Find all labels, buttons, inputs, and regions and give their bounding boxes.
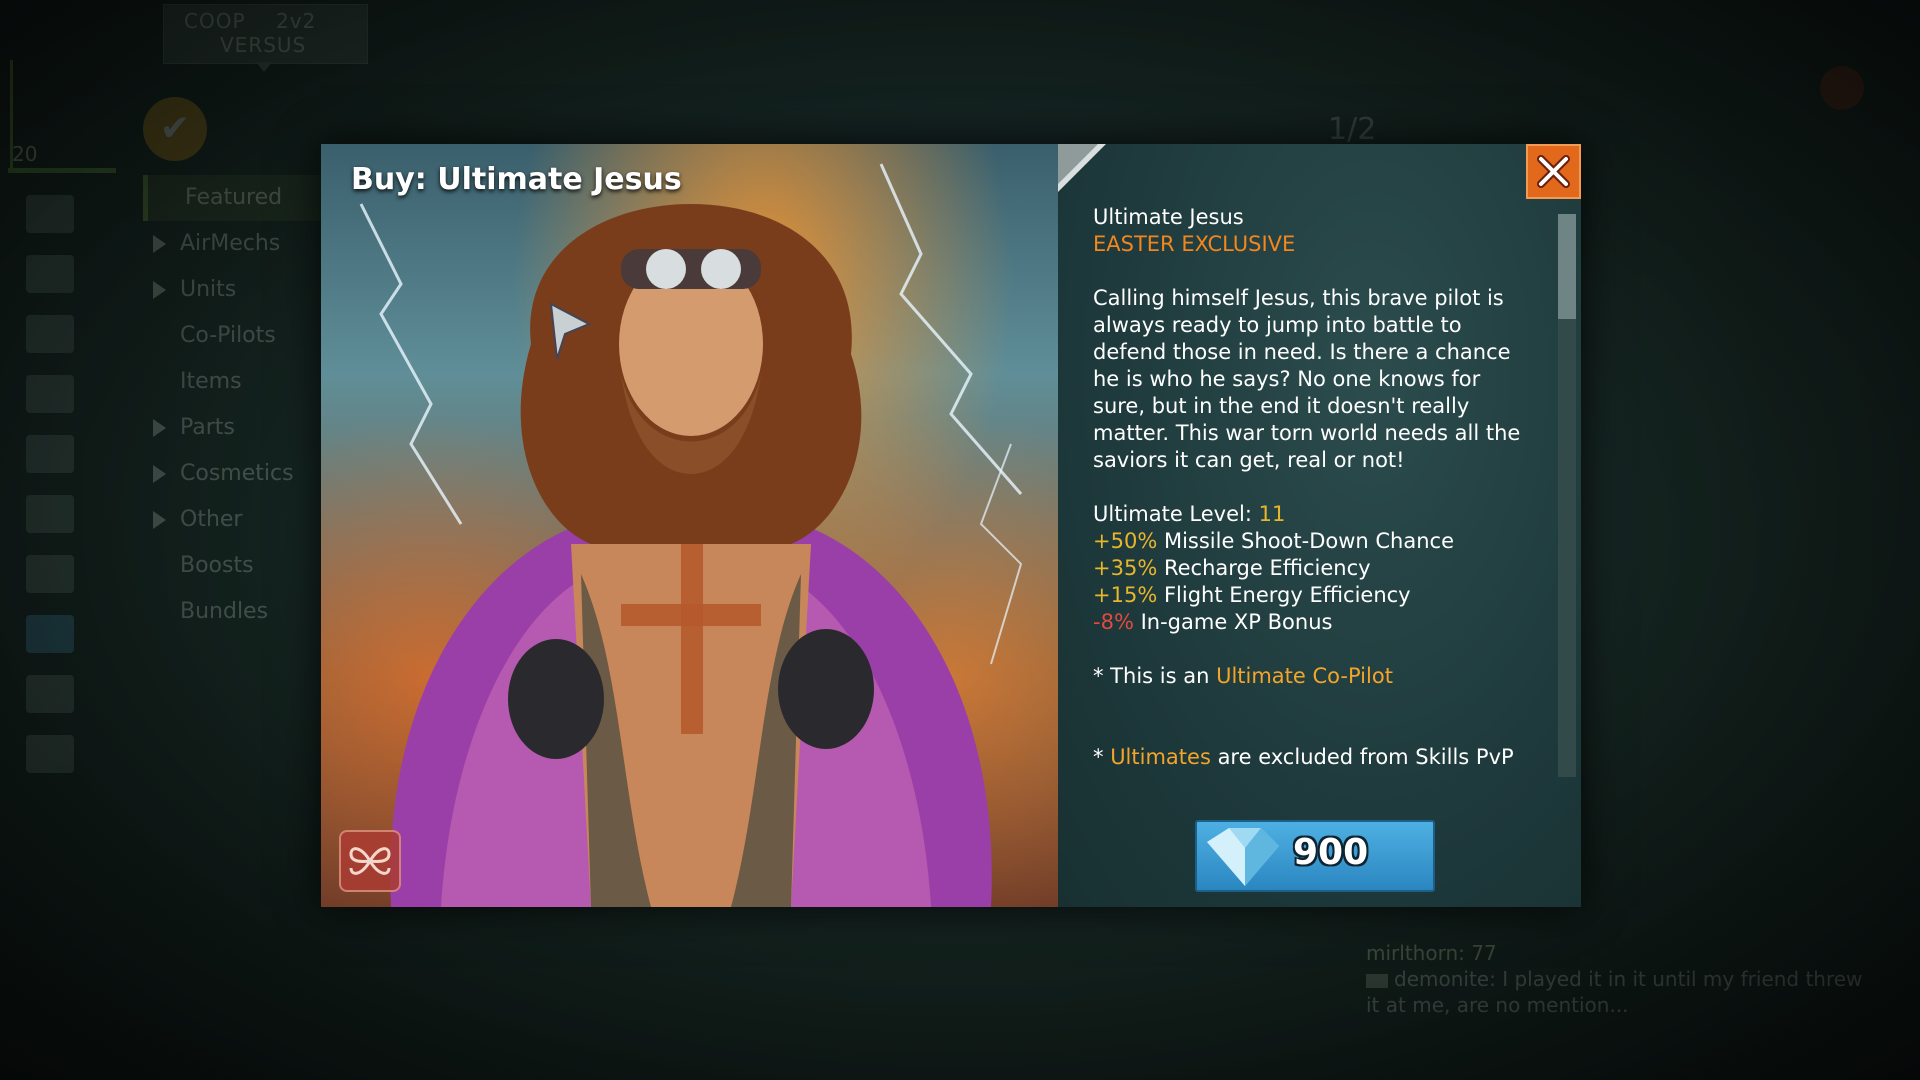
tower-icon[interactable] — [26, 555, 74, 593]
checkmark-icon[interactable]: ✔ — [143, 97, 207, 161]
details-scrollbar[interactable] — [1558, 214, 1576, 777]
exclusive-label: EASTER EXCLUSIVE — [1093, 232, 1296, 256]
stats-list: Ultimate Level: 11 +50% Missile Shoot-Do… — [1093, 501, 1523, 636]
close-icon — [1537, 155, 1570, 188]
tab-2v2[interactable]: 2v2 — [276, 9, 316, 33]
item-info-panel: Ultimate Jesus EASTER EXCLUSIVE Calling … — [1058, 144, 1581, 907]
ultimate-copilot-note: * This is an Ultimate Co-Pilot — [1093, 664, 1393, 688]
nav-cosmetics[interactable]: Cosmetics — [143, 451, 333, 497]
pilots-icon[interactable] — [26, 195, 74, 233]
page-corner-shade — [1058, 144, 1098, 184]
flag-icon — [1366, 973, 1388, 988]
airmech-icon[interactable] — [26, 315, 74, 353]
tab-coop[interactable]: COOP — [184, 9, 246, 33]
nav-parts[interactable]: Parts — [143, 405, 333, 451]
scroll-thumb[interactable] — [1558, 214, 1576, 319]
shop-category-nav: Featured AirMechs Units Co-Pilots Items … — [143, 175, 333, 635]
chat-line: mirlthorn: 77 — [1366, 941, 1497, 965]
item-description: Calling himself Jesus, this brave pilot … — [1093, 286, 1521, 472]
item-artwork: Buy: Ultimate Jesus — [321, 144, 1058, 907]
book-icon[interactable] — [26, 375, 74, 413]
notification-icon[interactable] — [1820, 66, 1864, 110]
crate-icon[interactable] — [26, 495, 74, 533]
xp-bar — [8, 168, 116, 173]
nav-other[interactable]: Other — [143, 497, 333, 543]
diamond-icon — [1207, 828, 1279, 886]
expand-arrow-icon — [153, 465, 166, 483]
stat-row: -8% In-game XP Bonus — [1093, 610, 1333, 634]
purchase-dialog: Buy: Ultimate Jesus Ultimate Jesus EASTE… — [321, 144, 1581, 907]
expand-arrow-icon — [153, 235, 166, 253]
cards-icon[interactable] — [26, 255, 74, 293]
chat-log: mirlthorn: 77 demonite: I played it in i… — [1366, 940, 1886, 1018]
side-icon-bar — [18, 195, 82, 795]
mode-tabs: COOP 2v2 VERSUS — [163, 4, 368, 64]
buy-button[interactable]: 900 — [1195, 820, 1435, 892]
shop-cart-icon[interactable] — [26, 615, 74, 653]
nav-items[interactable]: Items — [143, 359, 333, 405]
nav-featured[interactable]: Featured — [143, 175, 333, 221]
nav-co-pilots[interactable]: Co-Pilots — [143, 313, 333, 359]
nav-bundles[interactable]: Bundles — [143, 589, 333, 635]
player-level: 20 — [12, 142, 38, 166]
price-value: 900 — [1293, 832, 1369, 873]
chat-line: demonite: I played it in it until my fri… — [1366, 966, 1886, 992]
nav-boosts[interactable]: Boosts — [143, 543, 333, 589]
level-value: 11 — [1258, 502, 1286, 526]
chat-line: it at me, are no mention... — [1366, 993, 1629, 1017]
ultimate-emblem-icon — [339, 830, 401, 892]
arrows-icon[interactable] — [26, 735, 74, 773]
stat-row: +15% Flight Energy Efficiency — [1093, 583, 1411, 607]
nav-units[interactable]: Units — [143, 267, 333, 313]
skills-pvp-note: * Ultimates are excluded from Skills PvP — [1093, 745, 1514, 769]
ultimate-copilot-link[interactable]: Ultimate Co-Pilot — [1216, 664, 1393, 688]
expand-arrow-icon — [153, 281, 166, 299]
item-details: Ultimate Jesus EASTER EXCLUSIVE Calling … — [1093, 204, 1523, 771]
dialog-title: Buy: Ultimate Jesus — [351, 162, 682, 197]
item-name: Ultimate Jesus — [1093, 205, 1244, 229]
expand-arrow-icon — [153, 511, 166, 529]
close-button[interactable] — [1526, 144, 1581, 199]
page-counter: 1/2 — [1328, 112, 1377, 147]
mode-pointer — [256, 62, 272, 72]
expand-arrow-icon — [153, 419, 166, 437]
nav-airmechs[interactable]: AirMechs — [143, 221, 333, 267]
jesus-portrait-illustration — [359, 163, 1023, 907]
tab-versus[interactable]: VERSUS — [220, 33, 306, 57]
social-icon[interactable] — [26, 675, 74, 713]
stat-row: +50% Missile Shoot-Down Chance — [1093, 529, 1454, 553]
ultimate-level: Ultimate Level: 11 — [1093, 502, 1286, 526]
ultimates-link[interactable]: Ultimates — [1110, 745, 1211, 769]
screen-icon[interactable] — [26, 435, 74, 473]
stat-row: +35% Recharge Efficiency — [1093, 556, 1371, 580]
